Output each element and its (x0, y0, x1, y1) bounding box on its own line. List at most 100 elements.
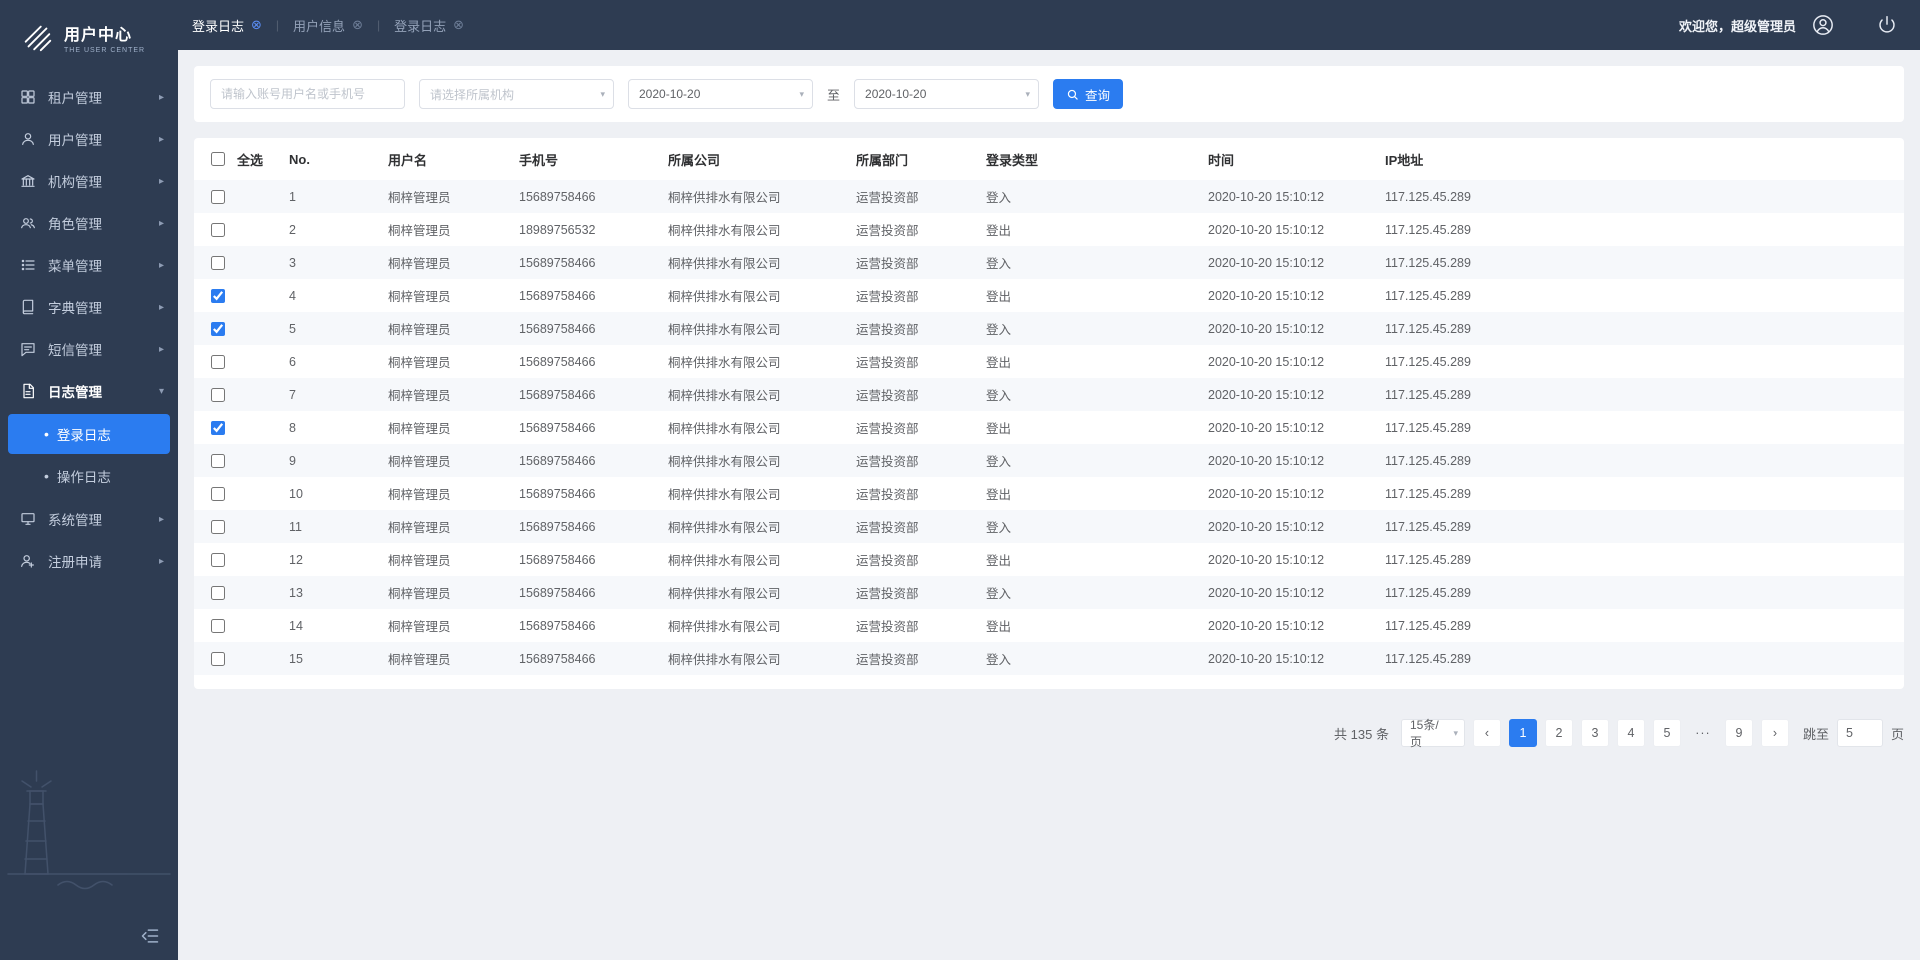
search-button-label: 查询 (1085, 88, 1111, 103)
select-all-checkbox[interactable] (211, 152, 225, 166)
sidebar-item-dict[interactable]: 字典管理 ▸ (0, 286, 178, 328)
cell-user: 桐梓管理员 (388, 554, 451, 568)
cell-type: 登入 (986, 389, 1012, 403)
row-checkbox[interactable] (211, 519, 225, 534)
cell-ip: 117.125.45.289 (1385, 321, 1471, 336)
page-content: 请选择所属机构 ▾ 2020-10-20 ▾ 至 2020-10-20 ▾ 查询 (178, 50, 1920, 960)
cell-user: 桐梓管理员 (388, 224, 451, 238)
tab-close-icon[interactable]: ⊗ (352, 17, 363, 33)
tab-close-icon[interactable]: ⊗ (453, 17, 464, 33)
row-checkbox[interactable] (211, 552, 225, 567)
cell-no: 10 (289, 486, 303, 501)
sidebar-item-tenant[interactable]: 租户管理 ▸ (0, 76, 178, 118)
cell-phone: 15689758466 (519, 420, 596, 435)
col-header-company: 所属公司 (668, 152, 721, 168)
cell-phone: 15689758466 (519, 189, 596, 204)
tab-0[interactable]: 登录日志 ⊗ (192, 16, 262, 35)
sidebar-item-label: 注册申请 (48, 555, 102, 570)
row-checkbox[interactable] (211, 486, 225, 501)
cell-dept: 运营投资部 (856, 554, 919, 568)
sidebar-nav: 租户管理 ▸ 用户管理 ▸ 机构管理 ▸ 角色管理 ▸ 菜单管理 ▸ 字典管理 ▸ 短信管理 ▸ 日志管理 ▾… (0, 76, 178, 582)
pagination: 共 135 条 15条/页 ▾ ‹ 12345 ··· 9 › 跳至 页 (194, 718, 1904, 749)
sidebar-subitem-op-log[interactable]: • 操作日志 (8, 456, 170, 496)
chevron-icon: ▸ (158, 259, 164, 271)
cell-no: 2 (289, 222, 296, 237)
role-icon (20, 215, 36, 231)
org-select[interactable]: 请选择所属机构 ▾ (419, 79, 614, 109)
cell-time: 2020-10-20 15:10:12 (1208, 387, 1325, 402)
page-button-2[interactable]: 2 (1544, 719, 1573, 747)
row-checkbox[interactable] (211, 420, 225, 435)
table-row: 2 桐梓管理员 18989756532 桐梓供排水有限公司 运营投资部 登出 2… (194, 213, 1904, 246)
sms-icon (20, 341, 36, 357)
sidebar-item-org[interactable]: 机构管理 ▸ (0, 160, 178, 202)
cell-no: 5 (289, 321, 296, 336)
row-checkbox[interactable] (211, 618, 225, 633)
row-checkbox[interactable] (211, 387, 225, 402)
page-button-1[interactable]: 1 (1508, 719, 1537, 747)
row-checkbox[interactable] (211, 255, 225, 270)
date-from-picker[interactable]: 2020-10-20 ▾ (628, 79, 813, 109)
row-checkbox[interactable] (211, 288, 225, 303)
sidebar-item-menu[interactable]: 菜单管理 ▸ (0, 244, 178, 286)
sidebar-item-sms[interactable]: 短信管理 ▸ (0, 328, 178, 370)
collapse-sidebar-icon[interactable] (140, 926, 162, 948)
sidebar-item-log[interactable]: 日志管理 ▾ (0, 370, 178, 412)
sidebar-item-user[interactable]: 用户管理 ▸ (0, 118, 178, 160)
cell-company: 桐梓供排水有限公司 (668, 257, 781, 271)
tab-2[interactable]: 登录日志 ⊗ (394, 16, 464, 35)
app-window: 用户中心 THE USER CENTER 租户管理 ▸ 用户管理 ▸ 机构管理 ▸ 角色管理… (0, 0, 1920, 960)
sidebar-item-register[interactable]: 注册申请 ▸ (0, 540, 178, 582)
cell-ip: 117.125.45.289 (1385, 420, 1471, 435)
power-icon[interactable] (1876, 14, 1898, 36)
row-checkbox[interactable] (211, 585, 225, 600)
row-checkbox[interactable] (211, 189, 225, 204)
sidebar-item-label: 菜单管理 (48, 259, 102, 274)
cell-type: 登入 (986, 323, 1012, 337)
date-to-picker[interactable]: 2020-10-20 ▾ (854, 79, 1040, 109)
row-checkbox[interactable] (211, 354, 225, 369)
page-button-5[interactable]: 5 (1652, 719, 1681, 747)
cell-user: 桐梓管理员 (388, 620, 451, 634)
page-button-3[interactable]: 3 (1580, 719, 1609, 747)
date-range-separator: 至 (827, 87, 841, 103)
tab-1[interactable]: 用户信息 ⊗ (293, 16, 363, 35)
tab-label: 用户信息 (293, 18, 346, 34)
page-button-4[interactable]: 4 (1616, 719, 1645, 747)
tab-close-icon[interactable]: ⊗ (251, 17, 262, 33)
cell-dept: 运营投资部 (856, 455, 919, 469)
page-size-select[interactable]: 15条/页 ▾ (1400, 718, 1465, 749)
page-button-9[interactable]: 9 (1724, 719, 1753, 747)
cell-dept: 运营投资部 (856, 356, 919, 370)
bullet-icon: • (44, 426, 49, 442)
prev-page-button[interactable]: ‹ (1472, 719, 1501, 747)
sidebar-item-role[interactable]: 角色管理 ▸ (0, 202, 178, 244)
cell-company: 桐梓供排水有限公司 (668, 455, 781, 469)
table-row: 12 桐梓管理员 15689758466 桐梓供排水有限公司 运营投资部 登出 … (194, 543, 1904, 576)
row-checkbox[interactable] (211, 321, 225, 336)
cell-company: 桐梓供排水有限公司 (668, 554, 781, 568)
log-table: 全选 No. 用户名 手机号 所属公司 所属部门 登录类型 时间 IP地址 1 … (194, 138, 1904, 675)
chevron-down-icon: ▾ (799, 89, 804, 99)
log-table-card: 全选 No. 用户名 手机号 所属公司 所属部门 登录类型 时间 IP地址 1 … (194, 138, 1904, 689)
cell-user: 桐梓管理员 (388, 257, 451, 271)
system-icon (20, 511, 36, 527)
logo-icon (24, 25, 52, 52)
cell-company: 桐梓供排水有限公司 (668, 620, 781, 634)
next-page-button[interactable]: › (1760, 719, 1789, 747)
col-header-time: 时间 (1208, 152, 1235, 168)
row-checkbox[interactable] (211, 651, 225, 666)
cell-ip: 117.125.45.289 (1385, 222, 1471, 237)
jump-page-input[interactable] (1836, 719, 1883, 747)
table-row: 3 桐梓管理员 15689758466 桐梓供排水有限公司 运营投资部 登入 2… (194, 246, 1904, 279)
cell-phone: 15689758466 (519, 486, 596, 501)
avatar-icon[interactable] (1812, 14, 1834, 36)
row-checkbox[interactable] (211, 453, 225, 468)
row-checkbox[interactable] (211, 222, 225, 237)
sidebar-subitem-login-log[interactable]: • 登录日志 (8, 414, 170, 454)
chevron-icon: ▸ (158, 343, 164, 355)
sidebar-item-system[interactable]: 系统管理 ▸ (0, 498, 178, 540)
search-button[interactable]: 查询 (1053, 79, 1124, 109)
cell-user: 桐梓管理员 (388, 323, 451, 337)
keyword-input[interactable] (210, 79, 405, 109)
